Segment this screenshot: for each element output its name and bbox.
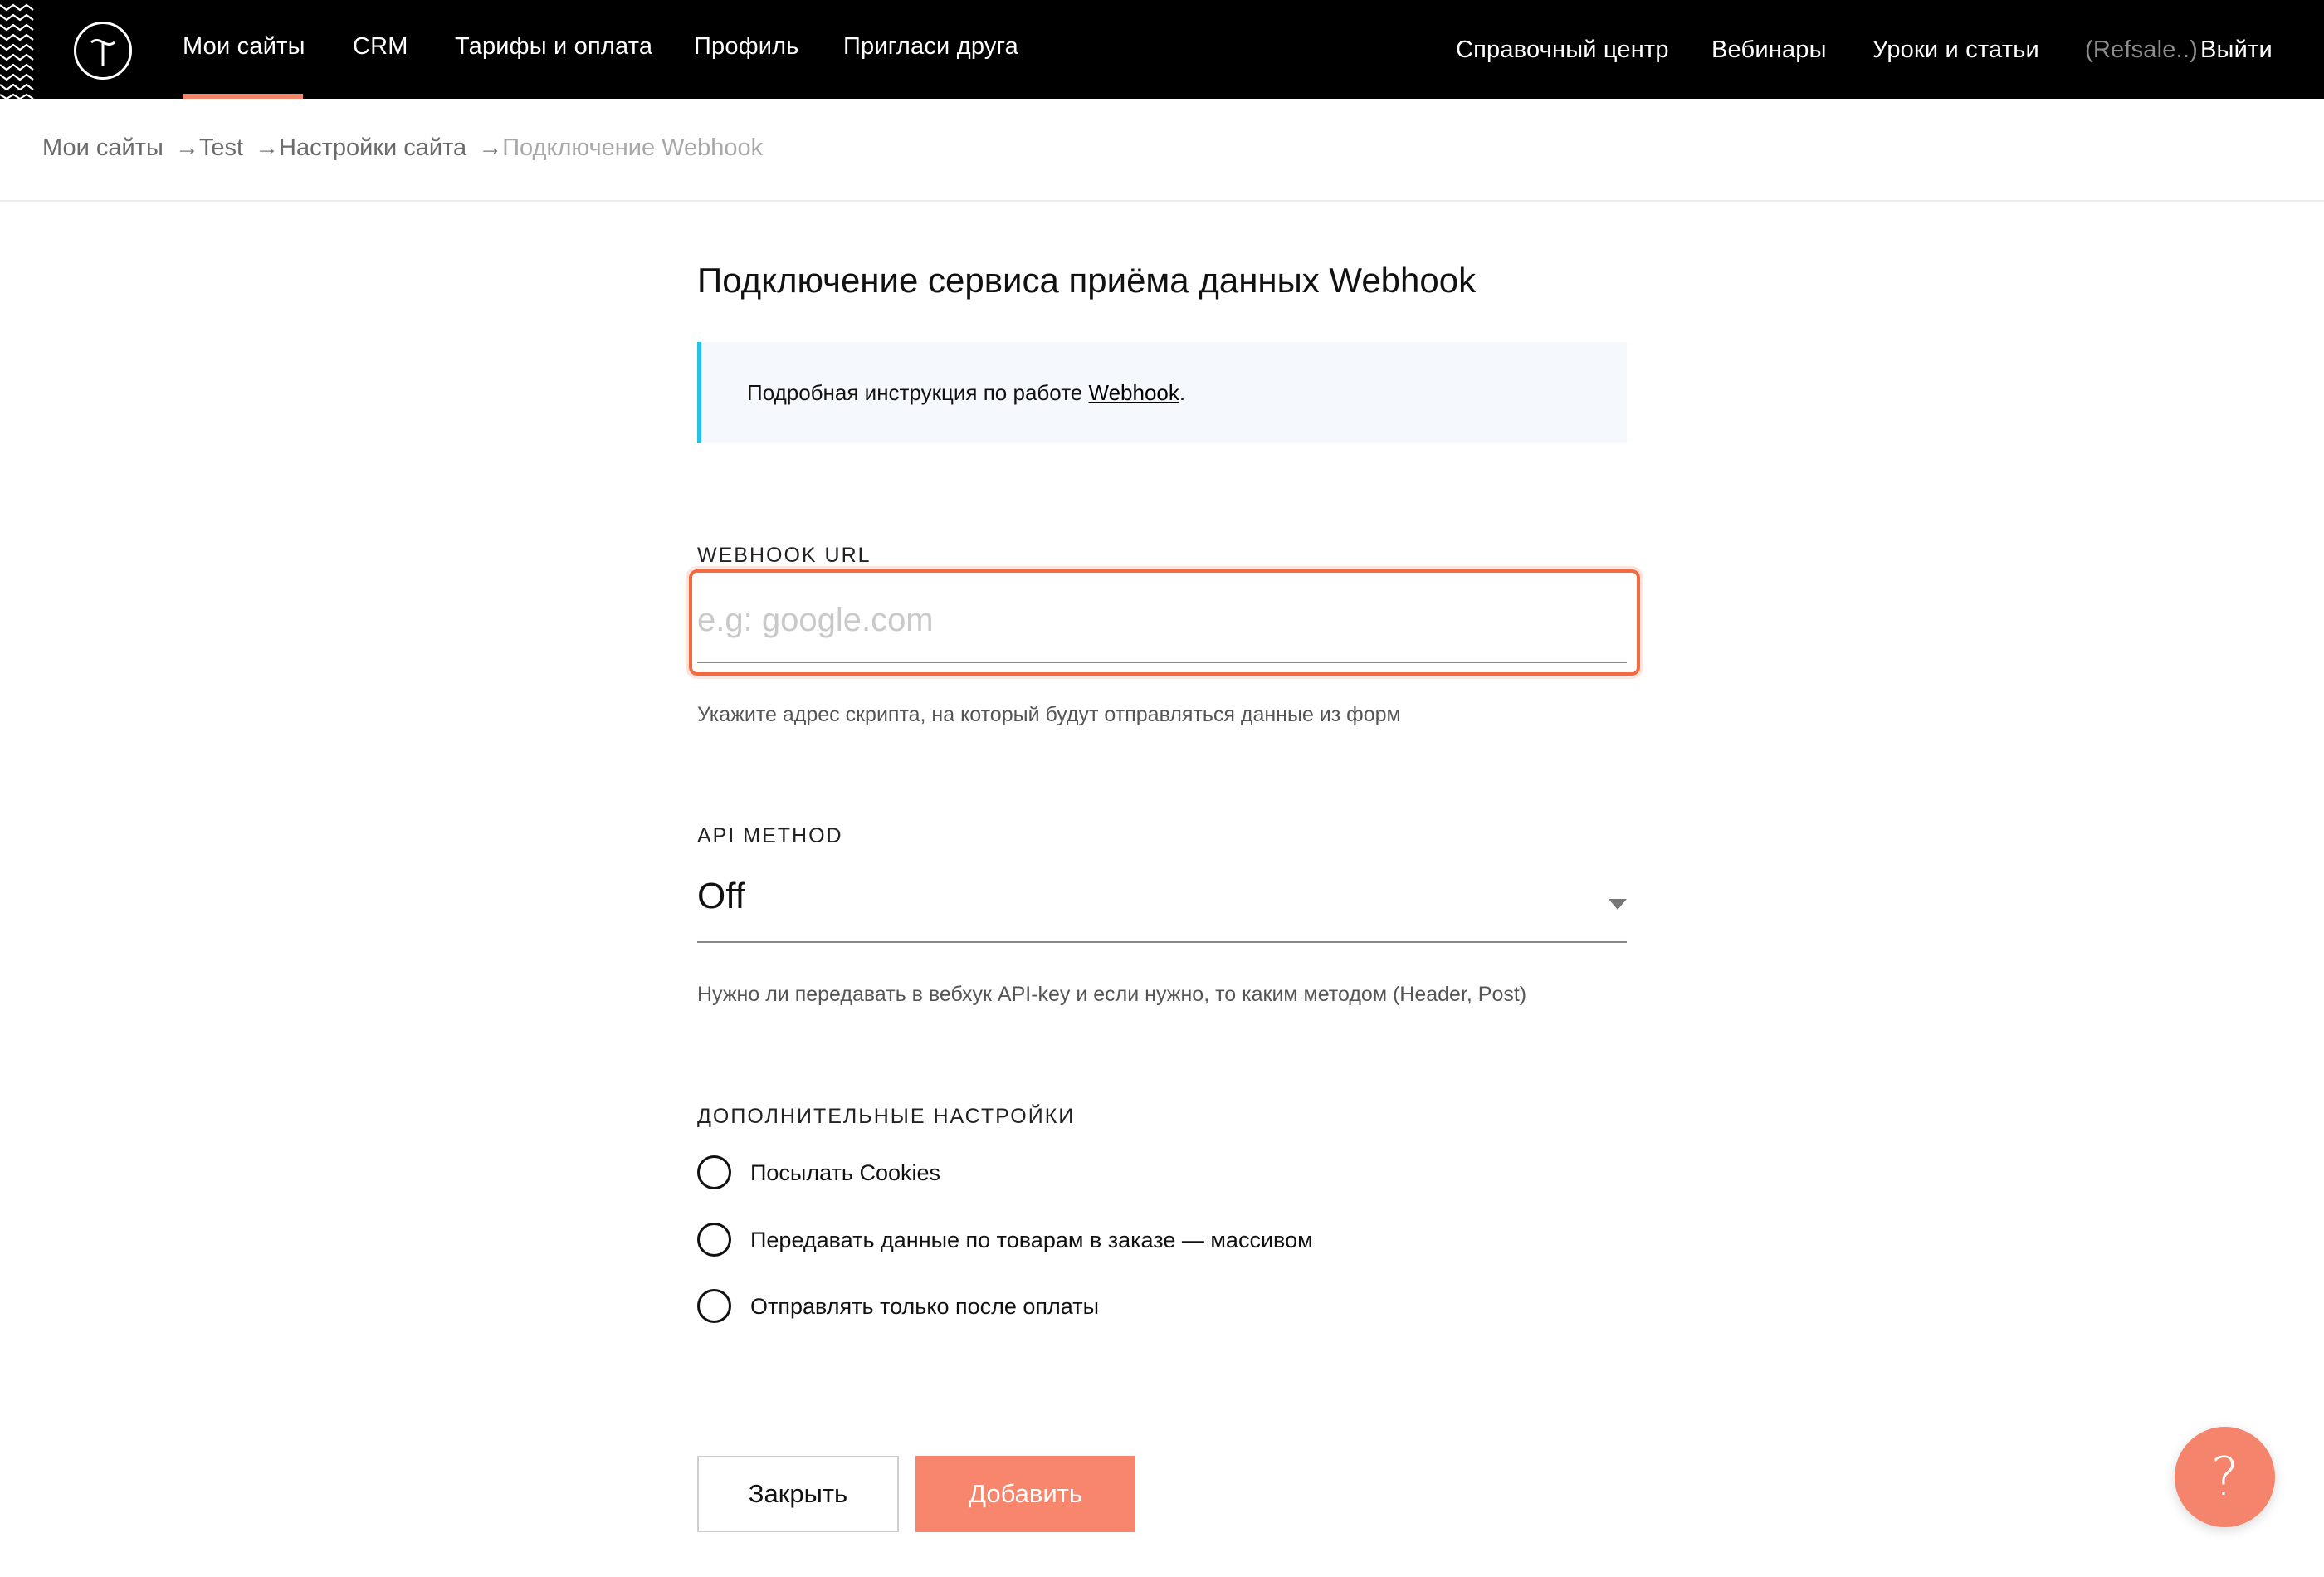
breadcrumb-arrow-icon: → <box>255 134 280 161</box>
api-method-label: API METHOD <box>697 824 843 847</box>
page-title: Подключение сервиса приёма данных Webhoo… <box>697 261 1477 300</box>
nav-invite-friend[interactable]: Пригласи друга <box>843 33 1018 61</box>
logout-link[interactable]: Выйти <box>2200 37 2273 64</box>
additional-settings-label: ДОПОЛНИТЕЛЬНЫЕ НАСТРОЙКИ <box>697 1105 1076 1128</box>
checkbox-circle-icon[interactable] <box>697 1289 731 1323</box>
breadcrumb-arrow-icon: → <box>478 134 503 161</box>
webhook-instructions-link[interactable]: Webhook <box>1089 380 1179 405</box>
info-callout: Подробная инструкция по работе Webhook. <box>697 342 1627 443</box>
breadcrumb-arrow-icon: → <box>174 134 199 161</box>
tilda-logo-icon[interactable] <box>74 22 132 80</box>
info-text-suffix: . <box>1179 380 1186 405</box>
breadcrumb-site-settings[interactable]: Настройки сайта <box>279 134 466 161</box>
nav-crm[interactable]: CRM <box>353 33 408 61</box>
breadcrumb-current: Подключение Webhook <box>502 134 764 161</box>
top-navigation-bar: Мои сайты CRM Тарифы и оплата Профиль Пр… <box>0 0 2324 99</box>
webhook-url-hint: Укажите адрес скрипта, на который будут … <box>697 703 1401 726</box>
divider <box>0 200 2324 202</box>
breadcrumb-my-sites[interactable]: Мои сайты <box>42 134 164 161</box>
checkbox-circle-icon[interactable] <box>697 1155 731 1189</box>
api-method-underline <box>697 941 1627 943</box>
breadcrumb: Мои сайты →Test →Настройки сайта →Подключен… <box>42 134 763 162</box>
info-text: Подробная инструкция по работе Webhook. <box>747 380 1185 406</box>
api-method-hint: Нужно ли передавать в вебхук API-key и е… <box>697 983 1527 1006</box>
chevron-down-icon[interactable] <box>1609 899 1627 910</box>
checkbox-label: Отправлять только после оплаты <box>750 1294 1099 1319</box>
add-button[interactable]: Добавить <box>915 1456 1135 1532</box>
checkbox-circle-icon[interactable] <box>697 1223 731 1257</box>
help-question-icon[interactable]: ? <box>2175 1427 2275 1527</box>
webhook-url-underline <box>697 662 1627 663</box>
zigzag-pattern-icon <box>0 3 34 99</box>
checkbox-label: Посылать Cookies <box>750 1160 940 1185</box>
info-text-prefix: Подробная инструкция по работе <box>747 380 1089 405</box>
close-button[interactable]: Закрыть <box>697 1456 899 1532</box>
checkbox-label: Передавать данные по товарам в заказе — … <box>750 1228 1313 1252</box>
nav-lessons[interactable]: Уроки и статьи <box>1872 37 2039 64</box>
webhook-url-input[interactable] <box>697 591 1627 649</box>
active-nav-indicator <box>183 94 303 99</box>
user-name: (Refsale..) <box>2085 37 2198 63</box>
nav-tariffs[interactable]: Тарифы и оплата <box>455 33 652 61</box>
nav-my-sites[interactable]: Мои сайты <box>183 33 305 61</box>
breadcrumb-test[interactable]: Test <box>199 134 243 161</box>
nav-help-center[interactable]: Справочный центр <box>1456 37 1669 64</box>
nav-webinars[interactable]: Вебинары <box>1711 37 1827 64</box>
webhook-url-label: WEBHOOK URL <box>697 544 872 567</box>
nav-profile[interactable]: Профиль <box>694 33 799 61</box>
api-method-select[interactable]: Off <box>697 876 745 917</box>
